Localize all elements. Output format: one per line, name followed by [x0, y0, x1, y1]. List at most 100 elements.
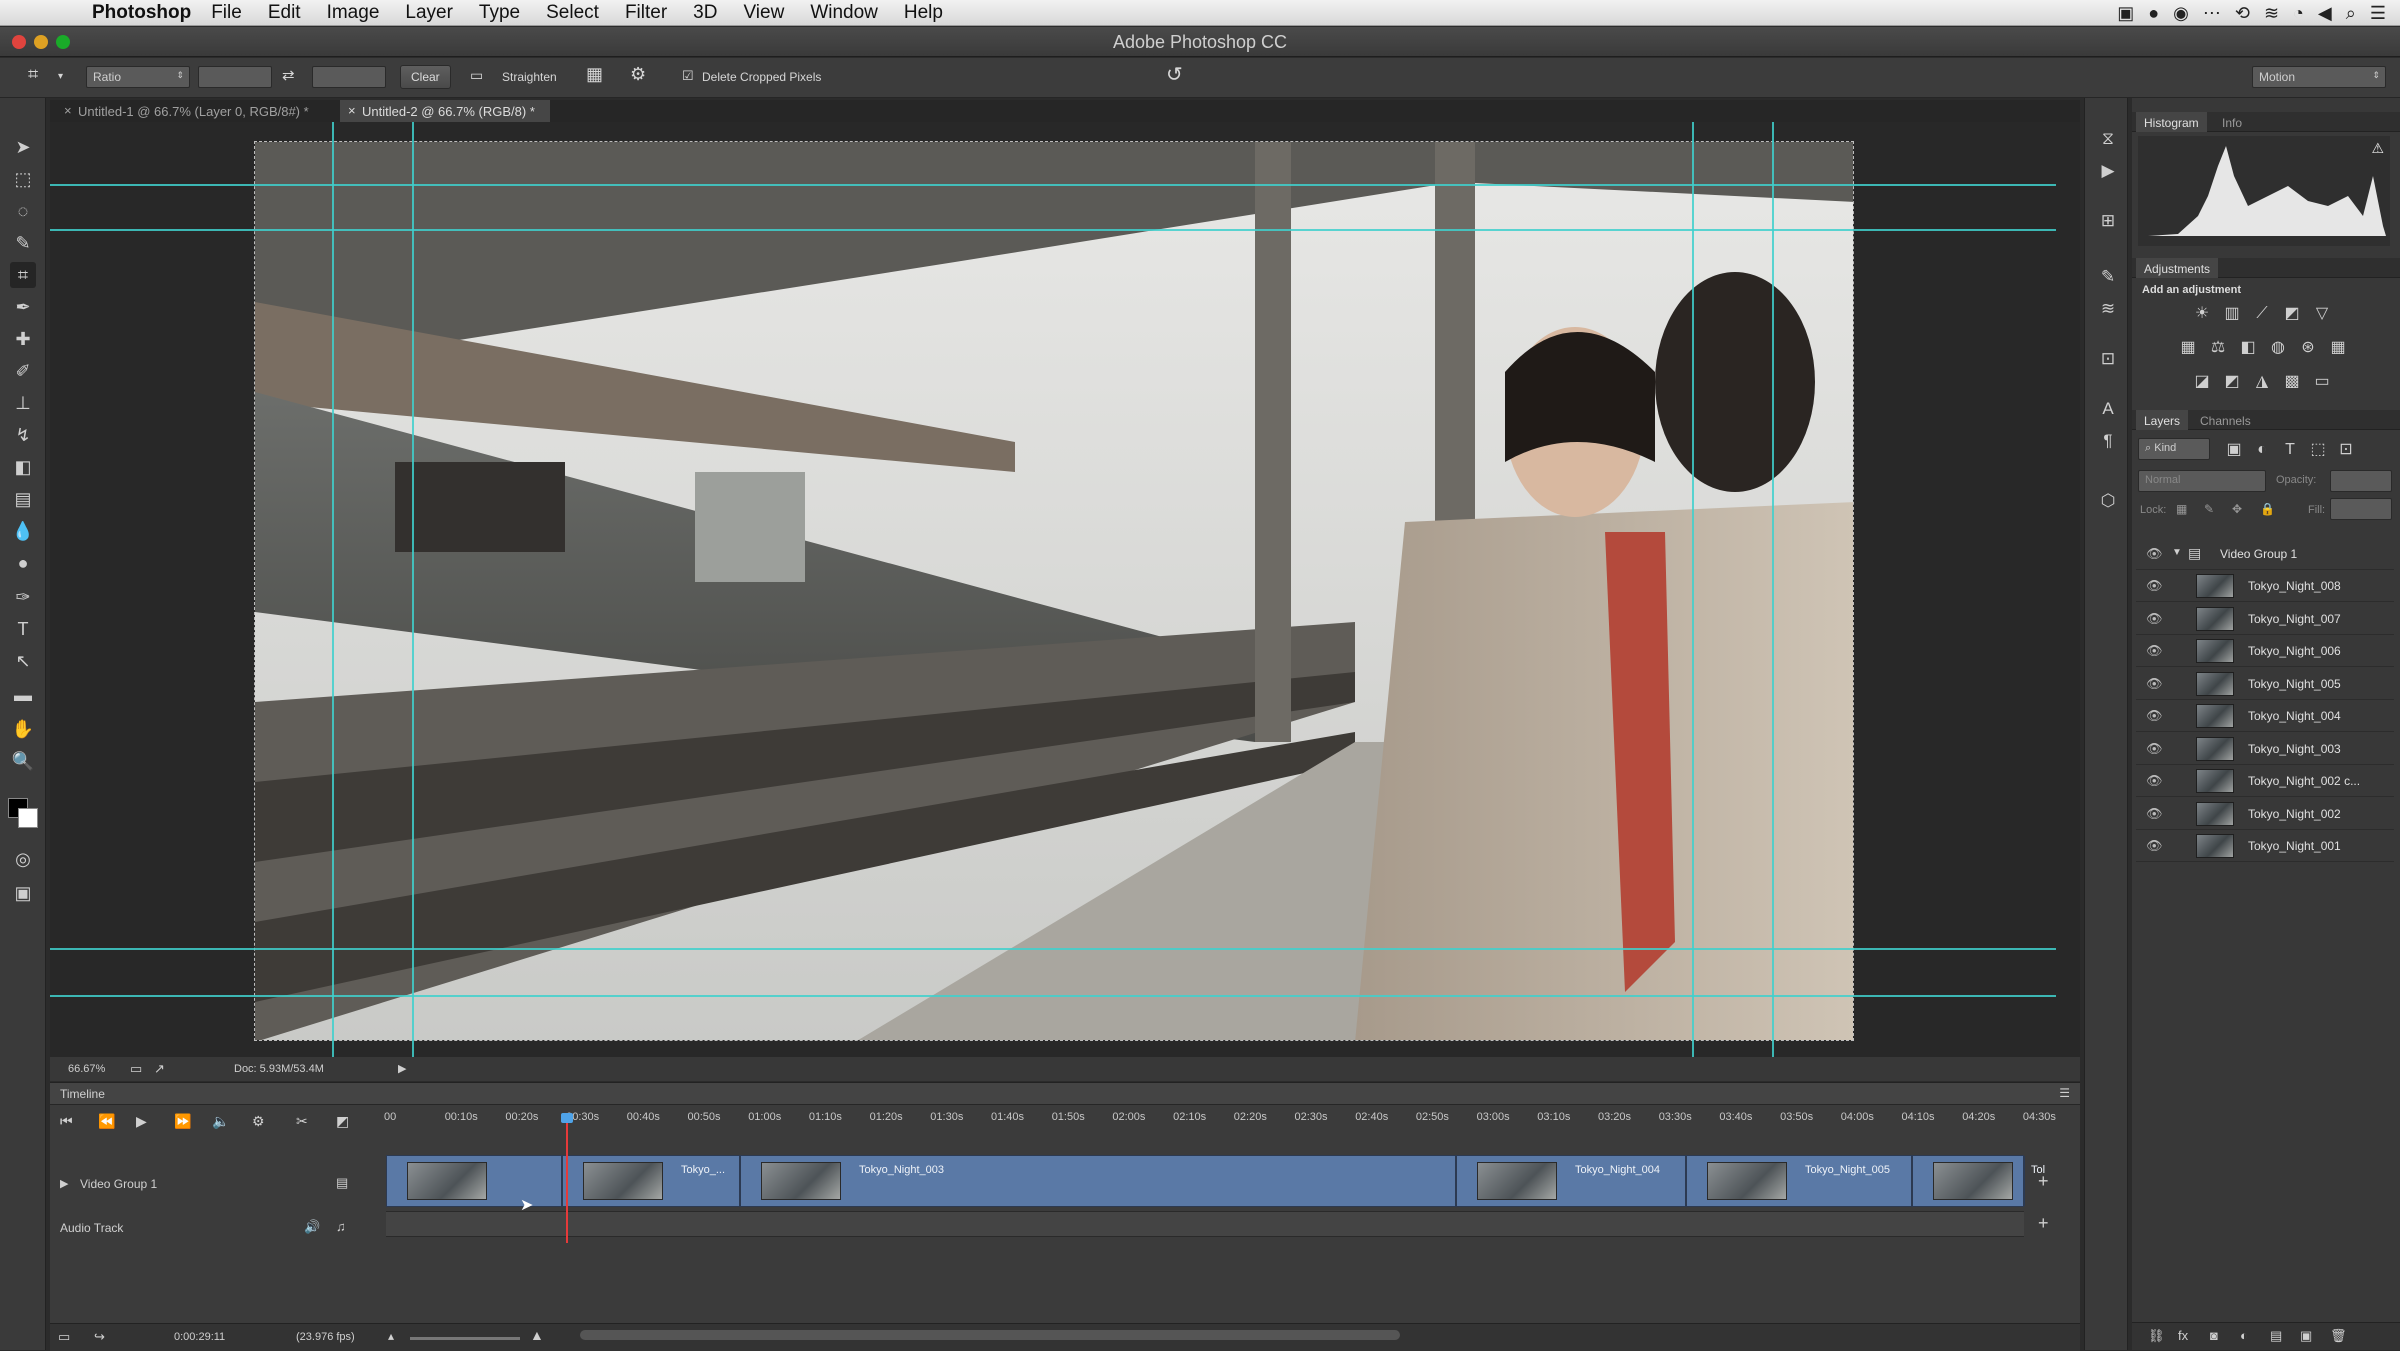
lasso-tool-icon[interactable]: ◌ [10, 198, 36, 224]
history-icon[interactable]: ⧖ [2097, 128, 2119, 150]
menu-file[interactable]: File [211, 2, 242, 24]
straighten-label[interactable]: Straighten [502, 70, 557, 84]
video-clip[interactable]: Tokyo_Night_005 [1687, 1156, 1913, 1206]
gradient-map-icon[interactable]: ▭ [2312, 372, 2332, 392]
layer-row[interactable]: 👁 Tokyo_Night_001 [2136, 830, 2394, 862]
menu-layer[interactable]: Layer [405, 2, 453, 24]
eye-icon[interactable]: ◉ [2173, 3, 2189, 24]
time-machine-icon[interactable]: ⟲ [2235, 3, 2250, 24]
menu-view[interactable]: View [743, 2, 784, 24]
type-tool-icon[interactable]: T [10, 616, 36, 642]
menu-3d[interactable]: 3D [693, 2, 717, 24]
character-icon[interactable]: A [2097, 398, 2119, 420]
visibility-eye-icon[interactable]: 👁 [2146, 838, 2163, 854]
delete-layer-icon[interactable]: 🗑 [2330, 1328, 2347, 1344]
new-group-icon[interactable]: ▤ [2270, 1328, 2282, 1344]
clock-icon[interactable]: ◔ [2293, 3, 2304, 24]
brightness-icon[interactable]: ☀ [2192, 304, 2212, 324]
fill-input[interactable] [2330, 498, 2392, 520]
black-white-icon[interactable]: ◧ [2238, 338, 2258, 358]
layer-row[interactable]: 👁 Tokyo_Night_008 [2136, 570, 2394, 602]
filter-shape-icon[interactable]: ⬚ [2308, 440, 2328, 460]
film-strip-icon[interactable]: ▤ [336, 1175, 348, 1191]
dropbox-icon[interactable]: ● [2148, 3, 2159, 24]
visibility-eye-icon[interactable]: 👁 [2146, 806, 2163, 822]
doc-tab-untitled-1[interactable]: × Untitled-1 @ 66.7% (Layer 0, RGB/8#) * [56, 100, 336, 122]
actions-play-icon[interactable]: ▶ [2097, 160, 2119, 182]
audio-track[interactable] [386, 1211, 2024, 1237]
lock-transparent-icon[interactable]: ▦ [2176, 502, 2187, 516]
panel-menu-icon[interactable]: ☰ [2059, 1086, 2070, 1100]
curves-icon[interactable]: ⟋ [2252, 304, 2272, 324]
video-clip[interactable]: Tol [1913, 1156, 2045, 1206]
hand-tool-icon[interactable]: ✋ [10, 716, 36, 742]
ratio-select[interactable]: Ratio ⇕ [86, 66, 190, 88]
exposure-icon[interactable]: ◩ [2282, 304, 2302, 324]
menu-filter[interactable]: Filter [625, 2, 667, 24]
blur-tool-icon[interactable]: 💧 [10, 518, 36, 544]
selective-color-icon[interactable]: ▩ [2282, 372, 2302, 392]
eyedropper-tool-icon[interactable]: ✒ [10, 294, 36, 320]
quick-mask-icon[interactable]: ◎ [10, 846, 36, 872]
tab-layers[interactable]: Layers [2136, 410, 2189, 430]
workspace-select[interactable]: Motion ⇕ [2252, 66, 2386, 88]
collapse-group-icon[interactable]: ▼ [2172, 547, 2182, 558]
brush-settings-icon[interactable]: ≋ [2097, 298, 2119, 320]
timeline-scrollbar[interactable] [580, 1330, 1400, 1340]
frame-animation-icon[interactable]: ▭ [58, 1329, 70, 1345]
zoom-tool-icon[interactable]: 🔍 [10, 748, 36, 774]
layer-filter-kind-select[interactable]: ⌕ Kind [2138, 438, 2210, 460]
tab-info[interactable]: Info [2214, 112, 2250, 132]
move-tool-icon[interactable]: ➤ [10, 134, 36, 160]
menu-type[interactable]: Type [479, 2, 520, 24]
add-media-icon[interactable]: + [2038, 1171, 2049, 1192]
reset-rotate-icon[interactable]: ↺ [1166, 62, 1183, 87]
crop-tool-icon[interactable]: ⌗ [10, 262, 36, 288]
timeline-tab[interactable]: Timeline [60, 1087, 105, 1101]
visibility-eye-icon[interactable]: 👁 [2146, 708, 2163, 724]
lock-all-icon[interactable]: 🔒 [2260, 502, 2275, 516]
document-canvas-image[interactable] [254, 141, 1854, 1041]
filter-type-icon[interactable]: T [2280, 440, 2300, 460]
delete-cropped-checkbox[interactable]: ☑ [682, 68, 694, 84]
visibility-eye-icon[interactable]: 👁 [2146, 546, 2163, 562]
transition-icon[interactable]: ◩ [336, 1113, 349, 1130]
video-clip[interactable]: Tokyo_Night_003 [741, 1156, 1457, 1206]
overlay-grid-icon[interactable]: ▦ [586, 64, 603, 85]
clone-stamp-tool-icon[interactable]: ⊥ [10, 390, 36, 416]
lock-position-icon[interactable]: ✥ [2232, 502, 2242, 516]
guide-horizontal[interactable] [50, 995, 2056, 997]
layer-row[interactable]: 👁 Tokyo_Night_004 [2136, 700, 2394, 732]
brush-tool-icon[interactable]: ✐ [10, 358, 36, 384]
paragraph-icon[interactable]: ¶ [2097, 430, 2119, 452]
zoom-out-mountain-icon[interactable]: ▴ [388, 1329, 394, 1343]
video-clip[interactable]: Tokyo_Night_004 [1457, 1156, 1687, 1206]
close-icon[interactable]: × [64, 103, 72, 118]
search-icon[interactable]: ⌕ [2346, 3, 2356, 24]
swap-icon[interactable]: ⇄ [282, 66, 295, 84]
guide-horizontal[interactable] [50, 948, 2056, 950]
properties-icon[interactable]: ⊞ [2097, 210, 2119, 232]
ratio-width-input[interactable] [198, 66, 272, 88]
healing-brush-tool-icon[interactable]: ✚ [10, 326, 36, 352]
marquee-tool-icon[interactable]: ⬚ [10, 166, 36, 192]
next-frame-icon[interactable]: ⏩ [174, 1113, 191, 1130]
video-track[interactable]: Tokyo_... Tokyo_Night_003 Tokyo_Night_004 T… [386, 1155, 2045, 1207]
add-mask-icon[interactable]: ◙ [2210, 1328, 2218, 1343]
rectangle-tool-icon[interactable]: ▬ [10, 682, 36, 708]
layer-row[interactable]: 👁 Tokyo_Night_005 [2136, 668, 2394, 700]
menu-help[interactable]: Help [904, 2, 943, 24]
share-icon[interactable]: ↗ [154, 1061, 165, 1077]
channel-mixer-icon[interactable]: ⊛ [2298, 338, 2318, 358]
guide-vertical[interactable] [1692, 122, 1694, 1057]
more-icon[interactable]: ⋯ [2203, 3, 2221, 24]
visibility-eye-icon[interactable]: 👁 [2146, 578, 2163, 594]
visibility-eye-icon[interactable]: 👁 [2146, 611, 2163, 627]
clone-source-icon[interactable]: ⊡ [2097, 348, 2119, 370]
playhead-line[interactable] [566, 1123, 568, 1243]
pen-tool-icon[interactable]: ✑ [10, 584, 36, 610]
layer-row[interactable]: 👁 Tokyo_Night_003 [2136, 733, 2394, 765]
layer-row[interactable]: 👁 Tokyo_Night_002 c... [2136, 765, 2394, 797]
preset-chevron-icon[interactable]: ▾ [58, 71, 63, 82]
3d-cube-icon[interactable]: ⬡ [2097, 490, 2119, 512]
